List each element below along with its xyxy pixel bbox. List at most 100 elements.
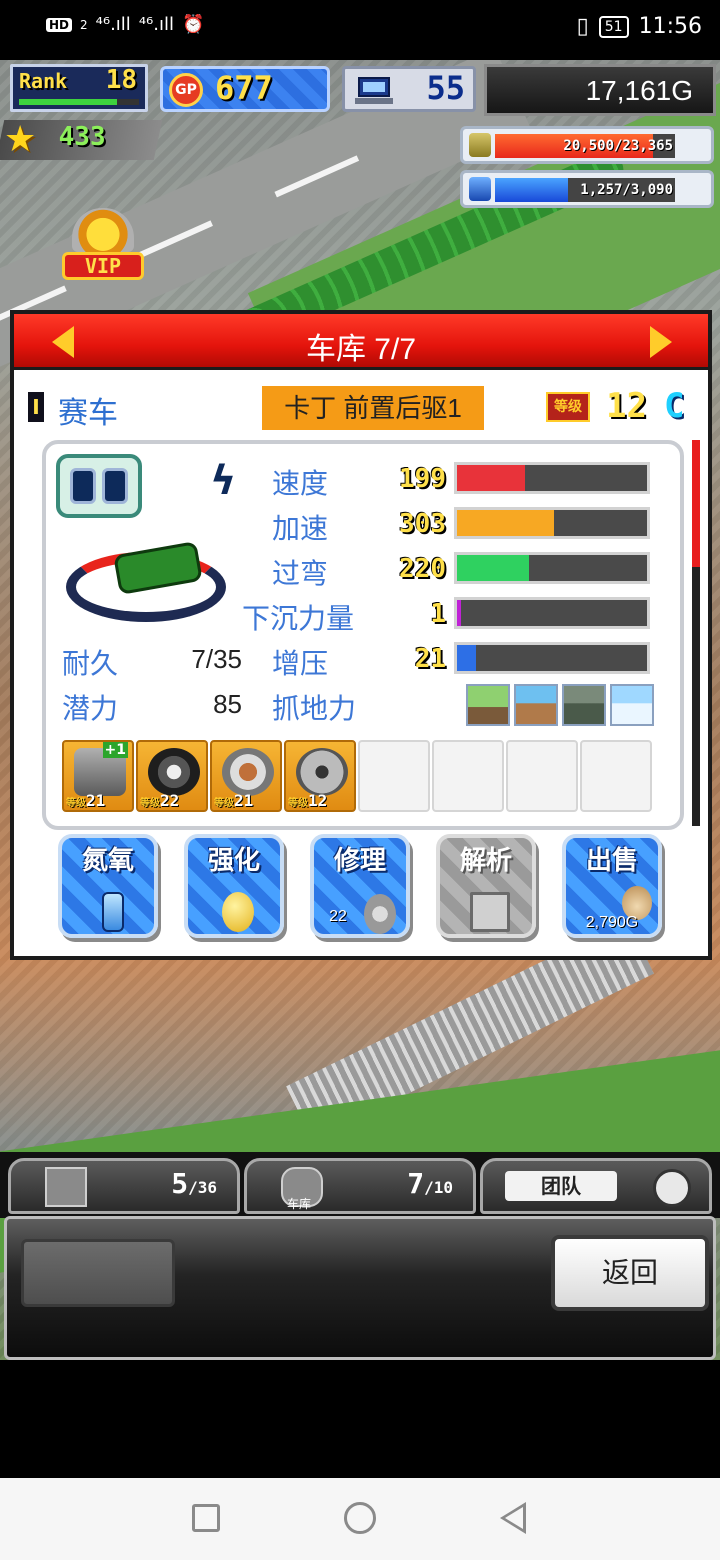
- signal-icon-2: ⁴⁶.ıll: [138, 14, 174, 35]
- tire-icon: [148, 748, 200, 796]
- tank-icon: [70, 468, 96, 504]
- resource-text: 20,500/23,365: [563, 138, 673, 154]
- car-info-row: I 赛车 卡丁 前置后驱1 等级 12 C: [24, 386, 704, 432]
- parts-slots: +1 等级21 等级22 等级21 等级12: [62, 740, 662, 814]
- suspension-icon: [222, 748, 274, 796]
- road-marking: [274, 155, 360, 198]
- analyze-button[interactable]: 解析: [436, 834, 536, 938]
- stat-bar-cornering: [454, 552, 650, 584]
- stat-label-cornering: 过弯: [272, 558, 329, 589]
- scrollbar-thumb[interactable]: [692, 440, 700, 568]
- dialog-title: 车库 7/7: [305, 333, 417, 366]
- research-points-panel[interactable]: 55: [342, 66, 476, 112]
- rank-value: 18: [105, 65, 137, 95]
- team-label: 团队: [505, 1171, 617, 1201]
- nitro-button[interactable]: 氮氧: [58, 834, 158, 938]
- vip-label: VIP: [62, 252, 144, 280]
- resource-meter-coins[interactable]: 20,500/23,365: [460, 126, 714, 164]
- status-time: 11:56: [638, 14, 702, 39]
- analyze-label: 解析: [459, 846, 512, 876]
- battery-icon: 51: [598, 15, 629, 38]
- part-level: 等级12: [288, 791, 327, 810]
- durability-label: 耐久: [62, 648, 119, 679]
- lightning-icon: ϟ: [210, 458, 237, 504]
- next-arrow-icon[interactable]: [650, 326, 672, 358]
- stat-value-speed: 199: [399, 464, 446, 494]
- upgrade-button[interactable]: 强化: [184, 834, 284, 938]
- back-button[interactable]: 返回: [551, 1235, 709, 1311]
- car-name[interactable]: 卡丁 前置后驱1: [262, 386, 484, 430]
- part-slot-empty[interactable]: [506, 740, 578, 812]
- status-bar: HD 2 ⁴⁶.ıll ⁴⁶.ıll ⏰ ▯ 51 11:56: [0, 0, 720, 60]
- part-slot-suspension[interactable]: 等级21: [210, 740, 282, 812]
- repair-label: 修理: [333, 846, 386, 876]
- part-level-prefix: 等级: [140, 798, 160, 809]
- recents-icon[interactable]: [192, 1504, 220, 1532]
- garage-dialog: 车库 7/7 I 赛车 卡丁 前置后驱1 等级 12 C ϟ 速度 199 加速…: [10, 310, 712, 960]
- repair-cost: 22: [329, 908, 347, 925]
- gp-value: 677: [215, 69, 273, 107]
- potential-value: 85: [213, 689, 242, 719]
- brake-disc-icon: [296, 748, 348, 796]
- part-level-number: 21: [86, 791, 106, 810]
- sell-label: 出售: [585, 846, 638, 876]
- part-level-prefix: 等级: [66, 798, 86, 809]
- stat-value-acceleration: 303: [399, 509, 446, 539]
- action-buttons: 氮氧 强化 修理 22 解析 出售 2,790G: [58, 834, 678, 944]
- part-slot-engine[interactable]: +1 等级21: [62, 740, 134, 812]
- stat-bar-fill: [457, 645, 476, 671]
- terrain-snow-icon: [610, 684, 654, 726]
- part-slot-empty[interactable]: [432, 740, 504, 812]
- rank-progress-fill: [19, 99, 118, 105]
- parts-count: 5/36: [171, 1167, 217, 1200]
- stat-bar-fill: [457, 465, 526, 491]
- status-left: HD 2 ⁴⁶.ıll ⁴⁶.ıll ⏰: [46, 14, 204, 35]
- bottom-panel: 返回: [4, 1216, 716, 1360]
- car-level: 12: [606, 386, 647, 426]
- computer-icon: [470, 892, 510, 932]
- nitro-label: 氮氧: [81, 846, 134, 876]
- garage-tab-label: 车库: [287, 1197, 312, 1211]
- home-icon[interactable]: [344, 1502, 376, 1534]
- part-slot-empty[interactable]: [358, 740, 430, 812]
- fuel-bottle-icon: [469, 177, 491, 201]
- parts-count-number: 5: [171, 1167, 189, 1200]
- tab-team[interactable]: 团队: [480, 1158, 712, 1214]
- computer-icon: [355, 77, 393, 104]
- sell-button[interactable]: 出售 2,790G: [562, 834, 662, 938]
- nitro-bottle-icon: [102, 892, 124, 932]
- part-slot-brake[interactable]: 等级12: [284, 740, 356, 812]
- money-value: 17,161G: [585, 75, 693, 106]
- vip-badge[interactable]: VIP: [62, 208, 144, 282]
- class-numeral: I: [28, 392, 44, 422]
- terrain-mountain-icon: [562, 684, 606, 726]
- rank-progress-bar: [19, 99, 139, 105]
- part-level-number: 12: [308, 791, 328, 810]
- stat-bar-boost: [454, 642, 650, 674]
- upgrade-label: 强化: [207, 846, 260, 876]
- repair-button[interactable]: 修理 22: [310, 834, 410, 938]
- terrain-dirt-icon: [466, 684, 510, 726]
- stats-scrollbar[interactable]: [692, 440, 700, 826]
- part-level-number: 22: [160, 791, 180, 810]
- rank-panel[interactable]: Rank 18: [10, 64, 148, 112]
- fuel-tanks-icon[interactable]: [56, 454, 142, 518]
- gp-panel[interactable]: GP 677: [160, 66, 330, 112]
- garage-count-number: 7: [407, 1167, 425, 1200]
- garage-count-total: /10: [424, 1178, 453, 1197]
- stars-panel[interactable]: ★ 433: [0, 119, 163, 160]
- parts-count-total: /36: [188, 1178, 217, 1197]
- tab-garage[interactable]: 车库 7/10: [244, 1158, 476, 1214]
- part-slot-empty[interactable]: [580, 740, 652, 812]
- part-level: 等级21: [214, 791, 253, 810]
- stats-panel: ϟ 速度 199 加速 303 过弯 220 下沉力量 1 耐久 7/35 增压…: [42, 440, 684, 830]
- garage-count: 7/10: [407, 1167, 453, 1200]
- back-icon[interactable]: [500, 1502, 526, 1534]
- research-points-value: 55: [426, 69, 465, 107]
- resource-meter-fuel[interactable]: 1,257/3,090: [460, 170, 714, 208]
- part-level-number: 21: [234, 791, 254, 810]
- tab-parts[interactable]: 5/36: [8, 1158, 240, 1214]
- part-slot-tire[interactable]: 等级22: [136, 740, 208, 812]
- hd-indicator: HD: [46, 17, 73, 32]
- stat-bar-fill: [457, 555, 530, 581]
